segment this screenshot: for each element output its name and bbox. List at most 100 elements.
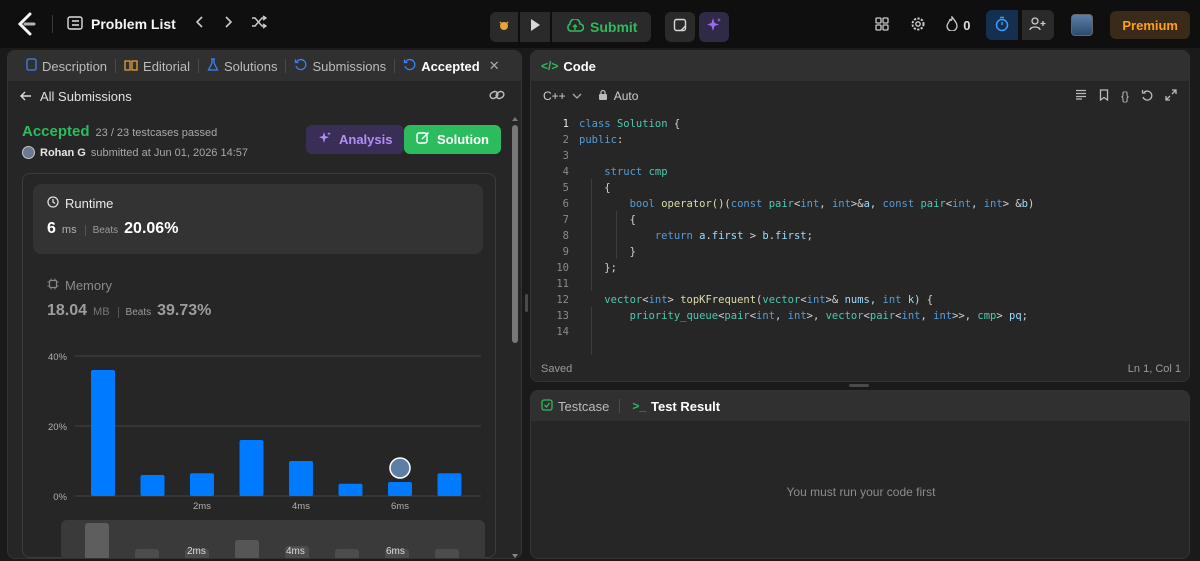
auto-mode-toggle[interactable]: Auto bbox=[598, 89, 639, 103]
performance-card: Runtime 6 ms Beats 20.06% Memory 18.04 M… bbox=[22, 173, 496, 558]
reset-icon[interactable] bbox=[1141, 89, 1153, 104]
arrow-left-icon bbox=[20, 89, 32, 104]
line-number: 7 bbox=[562, 214, 569, 226]
code-line: { bbox=[579, 182, 611, 194]
problem-list-label: Problem List bbox=[91, 16, 176, 32]
ai-assist-button[interactable] bbox=[699, 12, 730, 42]
format-lines-icon[interactable] bbox=[1075, 89, 1087, 103]
invite-button[interactable] bbox=[1022, 10, 1055, 40]
tab-description[interactable]: Description bbox=[18, 51, 115, 81]
code-panel: </> Code C++ Auto {} 1 2 3 4 5 6 7 8 9 1… bbox=[530, 50, 1190, 382]
distribution-bar bbox=[190, 473, 214, 496]
leetcode-logo-icon[interactable] bbox=[14, 11, 40, 37]
profile-avatar[interactable] bbox=[1066, 10, 1098, 40]
submitted-time: submitted at Jun 01, 2026 14:57 bbox=[90, 146, 249, 159]
minimap-bar bbox=[435, 549, 459, 558]
prev-problem-button[interactable] bbox=[184, 9, 214, 39]
layout-button[interactable] bbox=[866, 10, 898, 40]
tab-solutions[interactable]: Solutions bbox=[199, 51, 285, 81]
distribution-bar bbox=[437, 473, 462, 496]
minimap-bar bbox=[135, 549, 159, 558]
code-line: struct cmp bbox=[604, 166, 668, 178]
runtime-label: Runtime bbox=[65, 196, 114, 211]
editor-status-bar: Saved Ln 1, Col 1 bbox=[531, 355, 1189, 381]
timer-button[interactable] bbox=[986, 10, 1019, 40]
tab-code[interactable]: </> Code bbox=[541, 51, 596, 81]
code-editor[interactable]: 1 2 3 4 5 6 7 8 9 10 11 12 13 14 class S… bbox=[531, 115, 1189, 355]
bookmark-icon[interactable] bbox=[1099, 88, 1109, 104]
random-problem-button[interactable] bbox=[244, 9, 274, 39]
horizontal-resize-handle[interactable] bbox=[849, 384, 869, 387]
status-label: Accepted bbox=[22, 123, 90, 140]
submission-panel: Description Editorial Solutions Submissi… bbox=[7, 50, 522, 559]
x-tick-label: 4ms bbox=[292, 501, 310, 512]
debug-button[interactable] bbox=[490, 12, 518, 42]
minimap-tick-label: 2ms bbox=[187, 546, 206, 557]
solution-button[interactable]: Solution bbox=[404, 125, 501, 154]
line-number: 13 bbox=[556, 310, 569, 322]
line-number: 2 bbox=[562, 134, 569, 146]
minimap-bar bbox=[85, 523, 109, 558]
close-icon[interactable]: ✕ bbox=[489, 58, 500, 74]
link-icon[interactable] bbox=[489, 89, 505, 104]
runtime-unit: ms bbox=[61, 224, 77, 236]
testcase-label: Testcase bbox=[558, 398, 610, 414]
submit-button[interactable]: Submit bbox=[552, 12, 652, 42]
chevron-left-icon bbox=[194, 15, 204, 34]
expand-icon[interactable] bbox=[1165, 88, 1177, 104]
chevron-down-icon bbox=[572, 89, 582, 103]
user-name[interactable]: Rohan G bbox=[40, 147, 86, 159]
tab-editorial[interactable]: Editorial bbox=[116, 51, 198, 81]
next-problem-button[interactable] bbox=[214, 9, 244, 39]
avatar-icon bbox=[1071, 14, 1094, 36]
settings-button[interactable] bbox=[902, 10, 934, 40]
tab-testcase[interactable]: Testcase bbox=[541, 391, 615, 421]
test-panel: Testcase >_ Test Result You must run you… bbox=[530, 390, 1190, 559]
vertical-resize-handle[interactable] bbox=[525, 294, 528, 312]
notes-button[interactable] bbox=[665, 12, 696, 42]
run-button[interactable] bbox=[520, 12, 550, 42]
analysis-button[interactable]: Analysis bbox=[306, 125, 405, 154]
mode-label: Auto bbox=[613, 89, 639, 103]
distribution-bar bbox=[388, 482, 412, 496]
left-scrollbar[interactable] bbox=[511, 115, 519, 558]
tab-submissions[interactable]: Submissions bbox=[286, 51, 394, 81]
test-result-label: Test Result bbox=[651, 398, 721, 414]
shuffle-icon bbox=[251, 14, 268, 34]
minimap-bar bbox=[335, 549, 359, 558]
code-line: priority_queue<pair<int, int>, vector<pa… bbox=[629, 310, 1028, 322]
problem-list-button[interactable]: Problem List bbox=[67, 15, 176, 33]
back-to-submissions-link[interactable]: All Submissions bbox=[20, 89, 132, 104]
code-title: Code bbox=[563, 58, 596, 74]
code-toolbar: C++ Auto {} bbox=[531, 81, 1189, 111]
runtime-box[interactable]: Runtime 6 ms Beats 20.06% bbox=[33, 184, 483, 254]
tab-test-result[interactable]: >_ Test Result bbox=[624, 391, 728, 421]
language-select[interactable]: C++ bbox=[543, 89, 582, 103]
tab-label: Description bbox=[42, 58, 108, 74]
y-tick-label: 40% bbox=[48, 352, 68, 363]
scrollbar-thumb[interactable] bbox=[512, 125, 518, 343]
code-icon: </> bbox=[541, 59, 559, 73]
cloud-upload-icon bbox=[566, 17, 585, 36]
stopwatch-icon bbox=[995, 16, 1009, 35]
minimap-tick-label: 6ms bbox=[386, 546, 405, 557]
divider bbox=[52, 15, 53, 33]
document-icon bbox=[26, 58, 37, 74]
code-line: { bbox=[579, 214, 636, 226]
streak-button[interactable]: 0 bbox=[938, 10, 978, 40]
minimap-bar bbox=[235, 540, 259, 558]
distribution-bar bbox=[289, 461, 313, 496]
tab-accepted[interactable]: Accepted ✕ bbox=[395, 51, 507, 81]
braces-icon[interactable]: {} bbox=[1121, 89, 1129, 103]
distribution-minimap[interactable]: 2ms 4ms 6ms bbox=[61, 520, 485, 558]
note-icon bbox=[673, 18, 687, 37]
distribution-bar bbox=[140, 475, 165, 496]
tab-divider bbox=[619, 399, 621, 413]
line-number: 6 bbox=[562, 198, 569, 210]
premium-button[interactable]: Premium bbox=[1110, 11, 1190, 39]
left-tab-bar: Description Editorial Solutions Submissi… bbox=[8, 51, 521, 81]
memory-box[interactable]: Memory 18.04 MB Beats 39.73% bbox=[47, 278, 211, 320]
scroll-up-icon bbox=[512, 117, 518, 121]
line-number: 12 bbox=[556, 294, 569, 306]
top-bar: Problem List Submit 0 Premium bbox=[0, 0, 1200, 48]
